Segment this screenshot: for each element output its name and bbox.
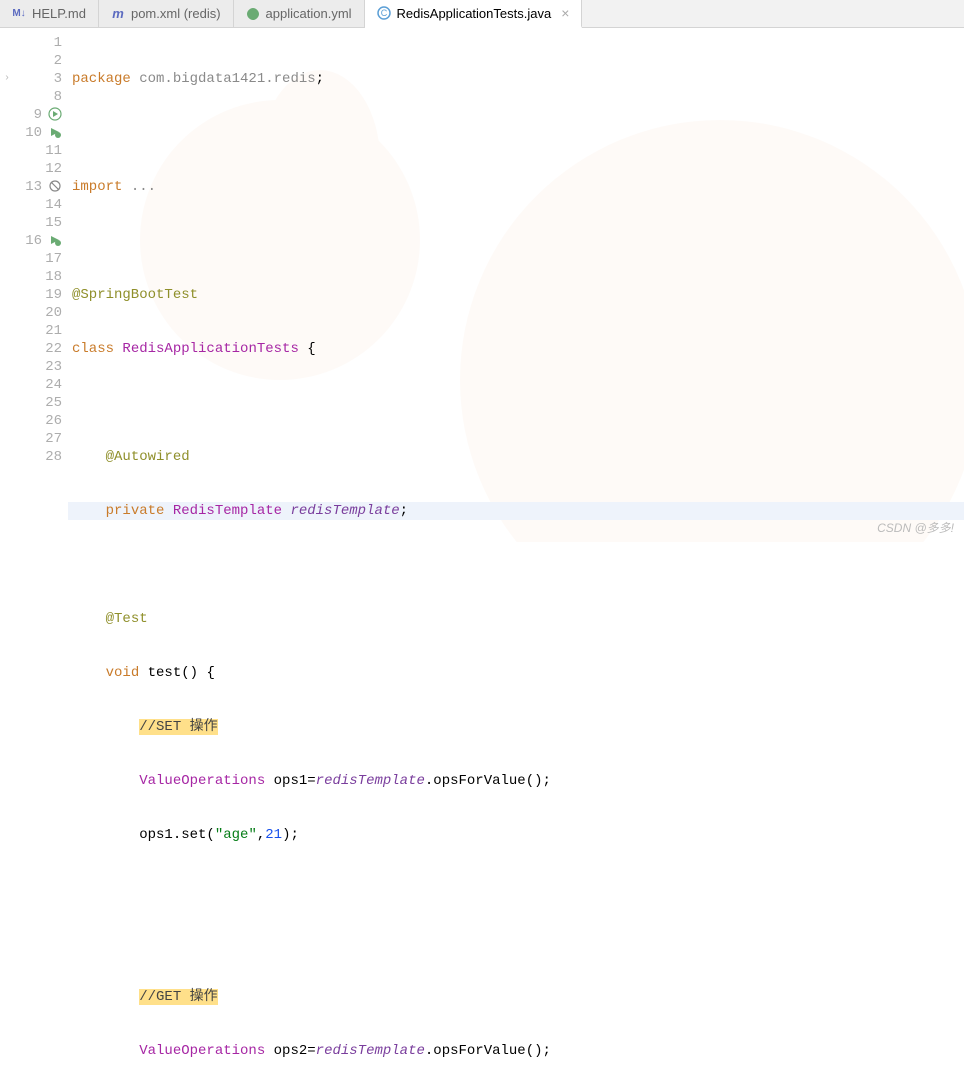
code-line: class RedisApplicationTests { xyxy=(68,340,964,358)
line-number: 17 xyxy=(38,250,62,268)
line-number: 24 xyxy=(38,376,62,394)
line-number: 18 xyxy=(38,268,62,286)
code-line: ValueOperations ops2=redisTemplate.opsFo… xyxy=(68,1042,964,1060)
run-icon[interactable] xyxy=(46,107,62,123)
line-number: 9 xyxy=(18,106,42,124)
line-number: 16 xyxy=(18,232,42,250)
code-line-current: private RedisTemplate redisTemplate; xyxy=(68,502,964,520)
line-number: 13 xyxy=(18,178,42,196)
line-number: 1 xyxy=(38,34,62,52)
code-line xyxy=(68,124,964,142)
tab-label: RedisApplicationTests.java xyxy=(397,6,552,21)
line-number: 27 xyxy=(38,430,62,448)
line-number: 20 xyxy=(38,304,62,322)
code-line xyxy=(68,394,964,412)
line-number: 28 xyxy=(38,448,62,466)
code-line xyxy=(68,556,964,574)
line-number: 8 xyxy=(38,88,62,106)
code-line: import ... xyxy=(68,178,964,196)
tab-label: HELP.md xyxy=(32,6,86,21)
tab-label: application.yml xyxy=(266,6,352,21)
tab-redis-tests[interactable]: C RedisApplicationTests.java × xyxy=(365,0,583,28)
code-line: ops1.set("age",21); xyxy=(68,826,964,844)
tab-bar: M↓ HELP.md m pom.xml (redis) application… xyxy=(0,0,964,28)
line-number: 22 xyxy=(38,340,62,358)
svg-text:C: C xyxy=(380,8,387,18)
maven-icon: m xyxy=(111,7,125,21)
code-line: //GET 操作 xyxy=(68,988,964,1006)
run-test-icon[interactable] xyxy=(46,233,62,249)
code-line: ValueOperations ops1=redisTemplate.opsFo… xyxy=(68,772,964,790)
line-number: 12 xyxy=(38,160,62,178)
line-number: 21 xyxy=(38,322,62,340)
tab-application-yml[interactable]: application.yml xyxy=(234,0,365,27)
spring-leaf-icon xyxy=(246,7,260,21)
line-number: 26 xyxy=(38,412,62,430)
run-class-icon[interactable] xyxy=(46,125,62,141)
line-number: 15 xyxy=(38,214,62,232)
line-number: 3 xyxy=(38,70,62,88)
watermark: CSDN @多多! xyxy=(877,519,954,536)
code-line: @Test xyxy=(68,610,964,628)
line-number: 23 xyxy=(38,358,62,376)
gutter: 1 2 › 3 8 9 10 11 12 13 14 15 16 17 18 19… xyxy=(0,28,68,542)
line-number: 10 xyxy=(18,124,42,142)
code-line: package com.bigdata1421.redis; xyxy=(68,70,964,88)
code-line: void test() { xyxy=(68,664,964,682)
tab-help-md[interactable]: M↓ HELP.md xyxy=(0,0,99,27)
close-icon[interactable]: × xyxy=(561,5,569,21)
line-number: 14 xyxy=(38,196,62,214)
code-line xyxy=(68,934,964,952)
code-line: //SET 操作 xyxy=(68,718,964,736)
markdown-icon: M↓ xyxy=(12,7,26,21)
code-line: @Autowired xyxy=(68,448,964,466)
java-class-icon: C xyxy=(377,6,391,20)
code-line: @SpringBootTest xyxy=(68,286,964,304)
line-number: 2 xyxy=(38,52,62,70)
fold-icon[interactable]: › xyxy=(4,70,10,88)
tab-pom-xml[interactable]: m pom.xml (redis) xyxy=(99,0,234,27)
code-editor[interactable]: 1 2 › 3 8 9 10 11 12 13 14 15 16 17 18 19… xyxy=(0,28,964,542)
code-line xyxy=(68,232,964,250)
code-area[interactable]: package com.bigdata1421.redis; import ..… xyxy=(68,28,964,542)
line-number: 11 xyxy=(38,142,62,160)
code-line xyxy=(68,880,964,898)
bean-icon[interactable] xyxy=(46,179,62,195)
tab-label: pom.xml (redis) xyxy=(131,6,221,21)
line-number: 19 xyxy=(38,286,62,304)
line-number: 25 xyxy=(38,394,62,412)
